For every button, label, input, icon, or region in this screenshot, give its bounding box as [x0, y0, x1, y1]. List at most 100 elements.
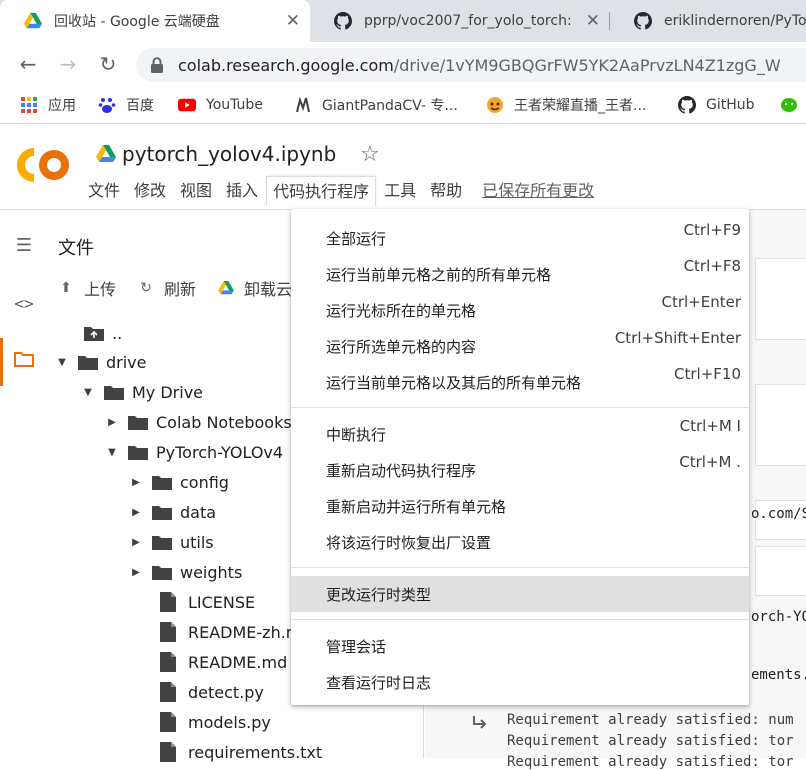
- collapsed-caret-icon[interactable]: ▶: [104, 417, 120, 428]
- tree-item-config[interactable]: ▶ config: [128, 467, 229, 497]
- upload-icon: ⬆: [60, 280, 72, 296]
- menu-run-after[interactable]: 运行当前单元格以及其后的所有单元格 Ctrl+F10: [291, 364, 749, 400]
- tree-item-drive[interactable]: ▼ drive: [54, 347, 146, 377]
- browser-tab-pprp[interactable]: pprp/voc2007_for_yolo_torch: ✕: [310, 0, 610, 42]
- close-tab-icon[interactable]: ✕: [286, 12, 300, 30]
- tree-label: PyTorch-YOLOv4: [156, 442, 284, 462]
- code-cell[interactable]: [755, 384, 806, 466]
- saved-status-link[interactable]: 已保存所有更改: [478, 176, 598, 206]
- folder-up-icon: [84, 327, 104, 341]
- colab-logo-icon[interactable]: [16, 146, 72, 184]
- menu-item-label: 将该运行时恢复出厂设置: [326, 533, 492, 552]
- address-bar[interactable]: colab.research.google.com/drive/1vYM9GBQ…: [136, 48, 806, 82]
- tree-item-readme-zh[interactable]: README-zh.md: [160, 617, 312, 647]
- menu-item-shortcut: Ctrl+F8: [683, 257, 741, 275]
- forward-arrow-icon[interactable]: →: [54, 50, 82, 78]
- menu-edit[interactable]: 修改: [128, 176, 172, 206]
- bookmark-baidu[interactable]: 百度: [98, 94, 154, 116]
- browser-tab-eriklindernoren[interactable]: eriklindernoren/PyTor: [610, 0, 806, 42]
- menu-help[interactable]: 帮助: [424, 176, 468, 206]
- bookmark-wangzhe[interactable]: 王者荣耀直播_王者...: [486, 94, 646, 116]
- code-cell[interactable]: [755, 546, 806, 596]
- folder-icon: [104, 386, 124, 400]
- files-folder-icon[interactable]: [12, 350, 36, 374]
- menu-run-all[interactable]: 全部运行 Ctrl+F9: [291, 220, 749, 256]
- menu-insert[interactable]: 插入: [220, 176, 264, 206]
- notebook-title[interactable]: pytorch_yolov4.ipynb: [96, 140, 336, 168]
- code-snippets-icon[interactable]: <>: [12, 292, 36, 316]
- tree-item-my-drive[interactable]: ▼ My Drive: [80, 377, 203, 407]
- file-icon: [160, 622, 176, 642]
- code-cell[interactable]: [755, 258, 806, 340]
- notebook-title-text[interactable]: pytorch_yolov4.ipynb: [122, 142, 336, 166]
- menu-restart-and-run-all[interactable]: 重新启动并运行所有单元格: [291, 488, 749, 524]
- output-arrow-icon[interactable]: [471, 714, 489, 732]
- menu-interrupt[interactable]: 中断执行 Ctrl+M I: [291, 416, 749, 452]
- close-tab-icon[interactable]: ✕: [586, 12, 600, 30]
- tree-item-colab-notebooks[interactable]: ▶ Colab Notebooks: [104, 407, 292, 437]
- menu-runtime[interactable]: 代码执行程序: [266, 176, 377, 206]
- tree-label: config: [180, 472, 229, 492]
- huya-live-icon: [487, 97, 503, 113]
- collapsed-caret-icon[interactable]: ▶: [128, 567, 144, 578]
- colab-header: pytorch_yolov4.ipynb ☆ 文件 修改 视图 插入 代码执行程…: [0, 124, 806, 210]
- active-rail-indicator: [0, 338, 3, 386]
- menu-view-runtime-logs[interactable]: 查看运行时日志: [291, 664, 749, 700]
- unmount-drive-label: 卸载云: [244, 280, 293, 299]
- tree-item-requirements[interactable]: requirements.txt: [160, 737, 322, 767]
- google-drive-icon: [96, 145, 116, 162]
- folder-icon: [152, 476, 172, 490]
- colab-menubar: 文件 修改 视图 插入 代码执行程序 工具 帮助 已保存所有更改: [82, 176, 598, 206]
- menu-factory-reset[interactable]: 将该运行时恢复出厂设置: [291, 524, 749, 560]
- tree-item-readme[interactable]: README.md: [160, 647, 287, 677]
- menu-run-selection[interactable]: 运行所选单元格的内容 Ctrl+Shift+Enter: [291, 328, 749, 364]
- menu-change-runtime-type[interactable]: 更改运行时类型: [291, 576, 749, 612]
- folder-icon: [152, 506, 172, 520]
- tree-item-license[interactable]: LICENSE: [160, 587, 255, 617]
- file-icon: [160, 652, 176, 672]
- tree-item-detect[interactable]: detect.py: [160, 677, 264, 707]
- tree-item-models[interactable]: models.py: [160, 707, 271, 737]
- tree-item-data[interactable]: ▶ data: [128, 497, 216, 527]
- menu-item-label: 重新启动代码执行程序: [326, 461, 477, 480]
- folder-icon: [128, 446, 148, 460]
- star-icon[interactable]: ☆: [360, 142, 380, 167]
- unmount-drive-button[interactable]: 卸载云: [218, 276, 292, 300]
- refresh-button[interactable]: ↻ 刷新: [138, 276, 196, 300]
- expanded-caret-icon[interactable]: ▼: [104, 447, 120, 458]
- menu-file[interactable]: 文件: [82, 176, 126, 206]
- table-of-contents-icon[interactable]: ☰: [12, 234, 36, 258]
- tree-item-pytorch-yolov4[interactable]: ▼ PyTorch-YOLOv4: [104, 437, 283, 467]
- back-arrow-icon[interactable]: ←: [14, 50, 42, 78]
- menu-item-label: 运行当前单元格以及其后的所有单元格: [326, 373, 582, 392]
- tree-item-weights[interactable]: ▶ weights: [128, 557, 242, 587]
- reload-icon[interactable]: ↻: [94, 50, 122, 78]
- tab-title: pprp/voc2007_for_yolo_torch:: [364, 13, 572, 29]
- tree-item-parent[interactable]: ..: [84, 318, 122, 348]
- menu-manage-sessions[interactable]: 管理会话: [291, 628, 749, 664]
- tree-label: ..: [112, 323, 123, 343]
- menu-item-label: 运行所选单元格的内容: [326, 337, 477, 356]
- tree-item-utils[interactable]: ▶ utils: [128, 527, 214, 557]
- menu-divider: [291, 407, 749, 408]
- file-icon: [160, 682, 176, 702]
- menu-run-focused-cell[interactable]: 运行光标所在的单元格 Ctrl+Enter: [291, 292, 749, 328]
- expanded-caret-icon[interactable]: ▼: [80, 387, 96, 398]
- youtube-icon: [178, 98, 196, 112]
- bookmark-github[interactable]: GitHub: [678, 94, 755, 116]
- bookmark-youtube[interactable]: YouTube: [178, 94, 263, 116]
- bookmark-wechat[interactable]: [780, 94, 806, 116]
- bookmark-apps[interactable]: 应用: [20, 94, 76, 116]
- bookmark-giantpandacv[interactable]: GiantPandaCV- 专...: [294, 94, 458, 116]
- collapsed-caret-icon[interactable]: ▶: [128, 507, 144, 518]
- menu-run-before[interactable]: 运行当前单元格之前的所有单元格 Ctrl+F8: [291, 256, 749, 292]
- collapsed-caret-icon[interactable]: ▶: [128, 537, 144, 548]
- menu-tools[interactable]: 工具: [378, 176, 422, 206]
- expanded-caret-icon[interactable]: ▼: [54, 357, 70, 368]
- menu-item-label: 管理会话: [326, 637, 387, 656]
- collapsed-caret-icon[interactable]: ▶: [128, 477, 144, 488]
- menu-view[interactable]: 视图: [174, 176, 218, 206]
- menu-restart-runtime[interactable]: 重新启动代码执行程序 Ctrl+M .: [291, 452, 749, 488]
- upload-button[interactable]: ⬆ 上传: [58, 276, 116, 300]
- browser-tab-drive-trash[interactable]: 回收站 - Google 云端硬盘 ✕: [0, 0, 310, 42]
